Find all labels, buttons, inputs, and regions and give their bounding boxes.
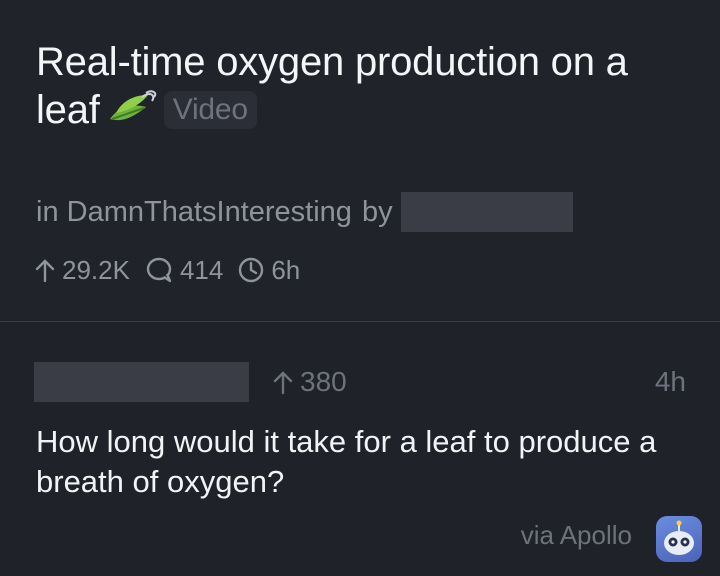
comment-age: 4h [654, 366, 686, 397]
comment-vote-count: 380 [300, 366, 347, 397]
upvote-count: 29.2K [62, 254, 130, 285]
comment-votes[interactable]: 380 [272, 366, 347, 398]
comment-count: 414 [179, 254, 224, 285]
comment-bubble-icon [146, 257, 172, 283]
by-label: by [361, 195, 393, 228]
post-age: 6h [271, 254, 301, 285]
upvote-arrow-icon [273, 371, 293, 395]
clock-icon [239, 257, 264, 283]
comment-body: How long would it take for a leaf to pro… [36, 424, 657, 499]
via-label: via Apollo [520, 520, 632, 550]
upvote-arrow-icon [35, 259, 55, 283]
comment-stat[interactable]: 414 [144, 255, 223, 286]
subreddit-link[interactable]: in DamnThatsInteresting [36, 196, 352, 229]
redacted-commenter [34, 362, 249, 402]
post-title[interactable]: Real-time oxygen production on a leaf Vi… [36, 38, 696, 134]
leaf-fluttering-in-wind-icon [106, 89, 158, 129]
video-badge: Video [163, 91, 257, 129]
redacted-author [400, 192, 573, 232]
post-stats: 29.2K 414 6h [34, 252, 314, 288]
apollo-app-icon [656, 516, 702, 562]
post-meta: in DamnThatsInteresting by [36, 192, 573, 232]
upvote-stat[interactable]: 29.2K [34, 255, 130, 286]
age-stat: 6h [237, 255, 300, 286]
post-header: Real-time oxygen production on a leaf Vi… [0, 0, 720, 322]
comment: 380 4h How long would it take for a leaf… [0, 322, 720, 576]
